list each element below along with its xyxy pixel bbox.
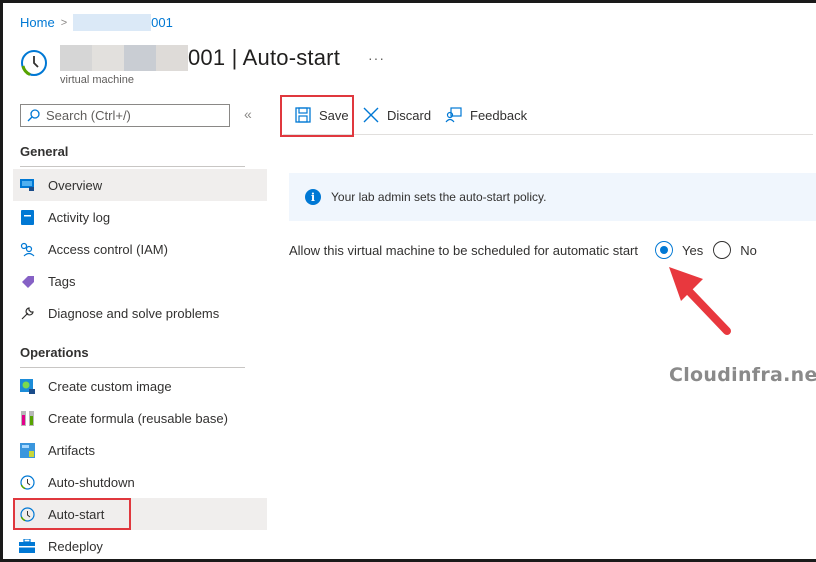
divider	[20, 166, 245, 167]
sidebar-item-access-control[interactable]: Access control (IAM)	[13, 233, 267, 265]
radio-no[interactable]: No	[713, 241, 757, 259]
redacted-vm-name	[60, 45, 188, 71]
breadcrumb: Home > 001	[20, 14, 173, 31]
toolbox-icon	[19, 538, 35, 554]
info-message: Your lab admin sets the auto-start polic…	[331, 190, 547, 204]
sidebar-item-create-formula[interactable]: Create formula (reusable base)	[13, 402, 267, 434]
save-icon	[295, 107, 311, 123]
azure-portal-page: Home > 001 001 | Auto-start ··· virtual …	[3, 3, 816, 559]
auto-start-setting: Allow this virtual machine to be schedul…	[289, 241, 767, 259]
resource-type-label: virtual machine	[60, 74, 134, 86]
watermark: Cloudinfra.net	[669, 364, 816, 386]
breadcrumb-resource-link[interactable]: 001	[73, 14, 173, 31]
sidebar-item-artifacts[interactable]: Artifacts	[13, 434, 267, 466]
feedback-button[interactable]: Feedback	[445, 95, 527, 135]
close-icon	[363, 107, 379, 123]
sidebar-item-overview[interactable]: Overview	[13, 169, 267, 201]
feedback-icon	[445, 107, 462, 123]
more-options-button[interactable]: ···	[368, 50, 385, 66]
field-label: Allow this virtual machine to be schedul…	[289, 242, 639, 258]
divider	[20, 367, 245, 368]
info-icon: i	[305, 189, 321, 205]
radio-checked-icon	[655, 241, 673, 259]
section-heading-operations: Operations	[20, 345, 89, 360]
info-banner: i Your lab admin sets the auto-start pol…	[289, 173, 816, 221]
sidebar-item-create-custom-image[interactable]: Create custom image	[13, 370, 267, 402]
wrench-icon	[19, 305, 35, 321]
test-tubes-icon	[19, 410, 35, 426]
custom-image-icon	[19, 378, 35, 394]
radio-unchecked-icon	[713, 241, 732, 259]
radio-yes[interactable]: Yes	[655, 241, 703, 259]
save-button[interactable]: Save	[295, 95, 349, 135]
breadcrumb-home-link[interactable]: Home	[20, 15, 55, 30]
annotation-arrow-icon	[669, 267, 731, 335]
section-heading-general: General	[20, 144, 69, 159]
people-icon	[19, 241, 35, 257]
page-title: 001 | Auto-start	[188, 45, 341, 70]
clock-icon	[19, 506, 35, 522]
command-bar: Save Discard Feedback	[280, 95, 813, 137]
sidebar-item-auto-shutdown[interactable]: Auto-shutdown	[13, 466, 267, 498]
collapse-sidebar-button[interactable]: «	[244, 106, 252, 122]
sidebar-item-tags[interactable]: Tags	[13, 265, 267, 297]
discard-button[interactable]: Discard	[363, 95, 431, 135]
sidebar-search-input[interactable]: Search (Ctrl+/)	[20, 104, 230, 127]
monitor-icon	[19, 177, 35, 193]
redacted-resource-name	[73, 14, 152, 31]
sidebar-item-redeploy[interactable]: Redeploy	[13, 530, 267, 562]
clock-icon	[19, 474, 35, 490]
sidebar-item-diagnose[interactable]: Diagnose and solve problems	[13, 297, 267, 329]
activity-log-icon	[19, 209, 35, 225]
page-header: 001 | Auto-start ··· virtual machine	[20, 43, 385, 86]
breadcrumb-separator-icon: >	[60, 16, 68, 29]
search-icon	[27, 109, 40, 122]
artifacts-icon	[19, 442, 35, 458]
tag-icon	[19, 273, 35, 289]
sidebar-item-auto-start[interactable]: Auto-start	[13, 498, 131, 530]
clock-icon	[21, 50, 47, 76]
sidebar-item-activity-log[interactable]: Activity log	[13, 201, 267, 233]
